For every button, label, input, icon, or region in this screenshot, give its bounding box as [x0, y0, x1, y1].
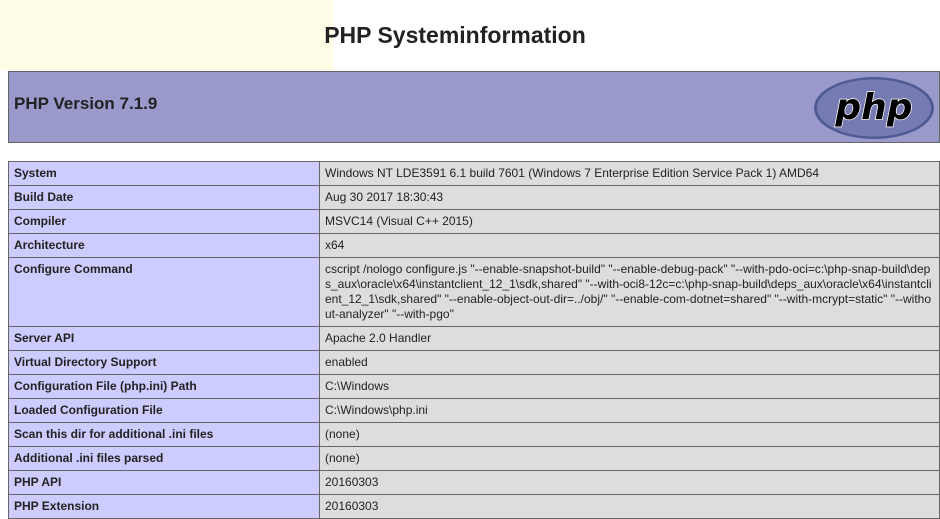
- version-header: PHP Version 7.1.9 php: [8, 71, 940, 143]
- row-key: Virtual Directory Support: [8, 350, 320, 375]
- table-row: PHP Extension 20160303: [8, 494, 940, 519]
- table-row: Scan this dir for additional .ini files(…: [8, 422, 940, 447]
- row-key: Loaded Configuration File: [8, 398, 320, 423]
- row-value: (none): [319, 446, 940, 471]
- table-row: Architecture x64: [8, 233, 940, 258]
- row-key: Server API: [8, 326, 320, 351]
- table-row: Compiler MSVC14 (Visual C++ 2015): [8, 209, 940, 234]
- row-value: (none): [319, 422, 940, 447]
- row-value: cscript /nologo configure.js "--enable-s…: [319, 257, 940, 327]
- row-value: Windows NT LDE3591 6.1 build 7601 (Windo…: [319, 161, 940, 186]
- row-key: Configuration File (php.ini) Path: [8, 374, 320, 399]
- table-row: PHP API 20160303: [8, 470, 940, 495]
- table-row: Virtual Directory Support enabled: [8, 350, 940, 375]
- table-row: Loaded Configuration File C:\Windows\php.…: [8, 398, 940, 423]
- row-key: PHP Extension: [8, 494, 320, 519]
- row-value: enabled: [319, 350, 940, 375]
- table-row: Configure Command cscript /nologo configu…: [8, 257, 940, 327]
- table-row: Build Date Aug 30 2017 18:30:43: [8, 185, 940, 210]
- row-value: Aug 30 2017 18:30:43: [319, 185, 940, 210]
- row-key: Build Date: [8, 185, 320, 210]
- row-key: Scan this dir for additional .ini files: [8, 422, 320, 447]
- row-key: System: [8, 161, 320, 186]
- table-row: System Windows NT LDE3591 6.1 build 7601 …: [8, 161, 940, 186]
- table-row: Server API Apache 2.0 Handler: [8, 326, 940, 351]
- php-logo-text: php: [834, 87, 912, 128]
- row-key: Additional .ini files parsed: [8, 446, 320, 471]
- table-row: Additional .ini files parsed (none): [8, 446, 940, 471]
- row-key: Compiler: [8, 209, 320, 234]
- row-key: PHP API: [8, 470, 320, 495]
- row-value: 20160303: [319, 470, 940, 495]
- page-title: PHP Systeminformation: [324, 22, 586, 48]
- row-value: Apache 2.0 Handler: [319, 326, 940, 351]
- php-logo-icon[interactable]: php: [813, 76, 935, 140]
- row-key: Configure Command: [8, 257, 320, 327]
- table-row: Configuration File (php.ini) Path C:\Wind…: [8, 374, 940, 399]
- row-value: 20160303: [319, 494, 940, 519]
- row-value: C:\Windows: [319, 374, 940, 399]
- php-version-title: PHP Version 7.1.9: [14, 94, 158, 113]
- row-value: MSVC14 (Visual C++ 2015): [319, 209, 940, 234]
- row-value: C:\Windows\php.ini: [319, 398, 940, 423]
- system-info-table: System Windows NT LDE3591 6.1 build 7601 …: [8, 161, 940, 519]
- row-value: x64: [319, 233, 940, 258]
- row-key: Architecture: [8, 233, 320, 258]
